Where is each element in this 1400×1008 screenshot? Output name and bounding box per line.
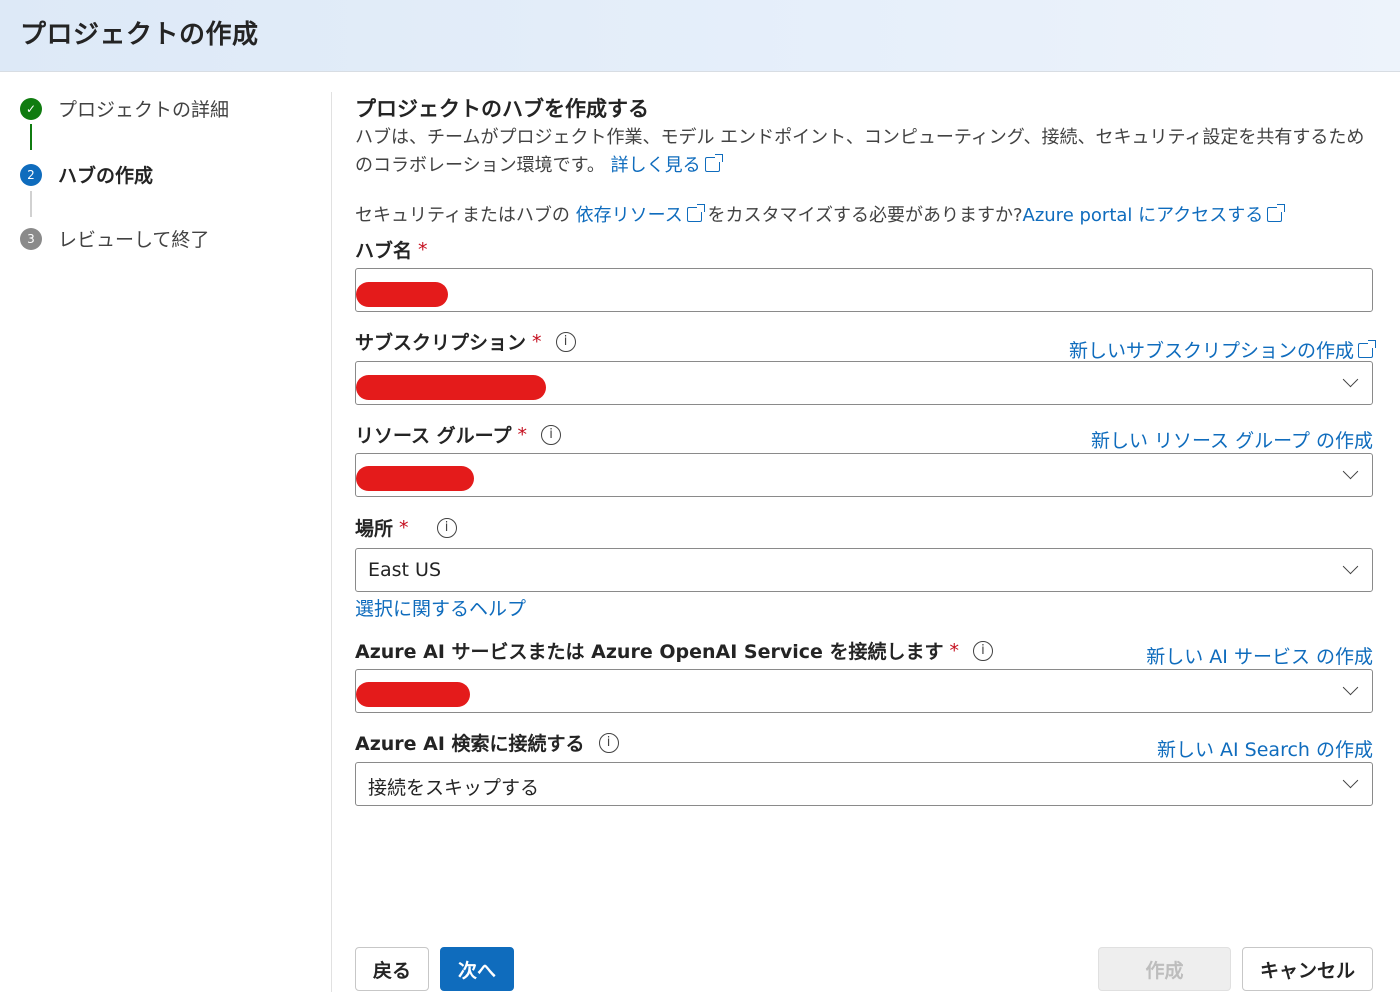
resource-group-dropdown[interactable] [355, 453, 1373, 497]
external-link-icon [686, 204, 705, 222]
step-number-badge: 3 [20, 227, 42, 250]
step-label: ハブの作成 [58, 165, 154, 187]
ai-search-label: Azure AI 検索に接続する i [355, 729, 619, 756]
step-create-hub[interactable]: 2 ハブの作成 [20, 161, 153, 188]
note-middle: をカスタマイズする必要がありますか? [707, 205, 1023, 226]
step-connector [30, 191, 32, 217]
ai-search-dropdown[interactable]: 接続をスキップする [355, 762, 1373, 806]
external-link-icon [704, 154, 723, 172]
step-number-badge: 2 [20, 163, 42, 186]
create-button[interactable]: 作成 [1098, 947, 1231, 991]
required-marker: * [517, 423, 528, 446]
cancel-button[interactable]: キャンセル [1242, 947, 1373, 991]
subscription-label-text: サブスクリプション [355, 332, 527, 354]
location-value: East US [368, 559, 442, 581]
dialog-title: プロジェクトの作成 [20, 20, 259, 50]
dependent-resources-link[interactable]: 依存リソース [575, 204, 705, 226]
nav-divider [331, 92, 332, 992]
ai-search-label-text: Azure AI 検索に接続する [355, 733, 585, 755]
back-button[interactable]: 戻る [355, 947, 429, 991]
location-label: 場所 * i [355, 514, 457, 541]
redacted-value [356, 682, 470, 707]
step-connector [30, 124, 32, 150]
hub-name-label-text: ハブ名 [355, 240, 413, 262]
new-ai-service-link[interactable]: 新しい AI サービス の作成 [1146, 642, 1373, 669]
section-description: ハブは、チームがプロジェクト作業、モデル エンドポイント、コンピューティング、接… [355, 124, 1375, 180]
info-icon[interactable]: i [972, 640, 993, 661]
checkmark-icon: ✓ [20, 97, 42, 120]
subscription-dropdown[interactable] [355, 361, 1373, 405]
info-icon[interactable]: i [436, 517, 457, 538]
dependent-resources-label: 依存リソース [575, 205, 683, 226]
redacted-value [356, 466, 474, 491]
chevron-down-icon [1342, 772, 1359, 789]
redacted-value [356, 375, 546, 400]
learn-more-label: 詳しく見る [610, 155, 701, 176]
section-title: プロジェクトのハブを作成する [355, 97, 649, 121]
chevron-down-icon [1342, 371, 1359, 388]
note-prefix: セキュリティまたはハブの [355, 205, 570, 226]
location-label-text: 場所 [355, 518, 394, 540]
hub-name-label: ハブ名 * [355, 236, 428, 263]
ai-services-label: Azure AI サービスまたは Azure OpenAI Service を接… [355, 637, 993, 664]
hub-name-input[interactable] [355, 268, 1373, 312]
new-subscription-link[interactable]: 新しいサブスクリプションの作成 [1068, 336, 1376, 363]
info-icon[interactable]: i [598, 732, 619, 753]
external-link-icon [1358, 340, 1376, 358]
resource-group-label: リソース グループ * i [355, 421, 562, 448]
ai-services-dropdown[interactable] [355, 669, 1373, 713]
chevron-down-icon [1342, 558, 1359, 575]
redacted-value [356, 282, 448, 307]
external-link-icon [1267, 204, 1286, 222]
learn-more-link[interactable]: 詳しく見る [610, 154, 723, 176]
location-dropdown[interactable]: East US [355, 548, 1373, 592]
new-subscription-label: 新しいサブスクリプションの作成 [1068, 340, 1354, 362]
step-review-finish[interactable]: 3 レビューして終了 [20, 225, 209, 252]
step-label: プロジェクトの詳細 [58, 99, 230, 121]
required-marker: * [949, 639, 959, 662]
resource-group-label-text: リソース グループ [355, 425, 512, 447]
step-project-details[interactable]: ✓ プロジェクトの詳細 [20, 95, 229, 122]
required-marker: * [399, 516, 409, 539]
new-ai-search-link[interactable]: 新しい AI Search の作成 [1157, 735, 1373, 762]
chevron-down-icon [1342, 679, 1359, 696]
ai-services-label-text: Azure AI サービスまたは Azure OpenAI Service を接… [355, 641, 944, 663]
dependency-note: セキュリティまたはハブの 依存リソース をカスタマイズする必要がありますか?Az… [355, 201, 1286, 227]
new-resource-group-link[interactable]: 新しい リソース グループ の作成 [1091, 426, 1373, 453]
next-button[interactable]: 次へ [440, 947, 514, 991]
azure-portal-link[interactable]: Azure portal にアクセスする [1022, 204, 1286, 226]
subscription-label: サブスクリプション * i [355, 328, 576, 355]
selection-help-link[interactable]: 選択に関するヘルプ [355, 594, 526, 621]
dialog-header: プロジェクトの作成 [0, 0, 1400, 72]
info-icon[interactable]: i [555, 331, 576, 352]
description-text: ハブは、チームがプロジェクト作業、モデル エンドポイント、コンピューティング、接… [355, 127, 1365, 176]
chevron-down-icon [1342, 463, 1359, 480]
azure-portal-label: Azure portal にアクセスする [1022, 205, 1264, 226]
ai-search-value: 接続をスキップする [368, 777, 540, 799]
step-label: レビューして終了 [58, 229, 210, 251]
required-marker: * [418, 238, 428, 261]
required-marker: * [532, 330, 542, 353]
info-icon[interactable]: i [541, 424, 562, 445]
